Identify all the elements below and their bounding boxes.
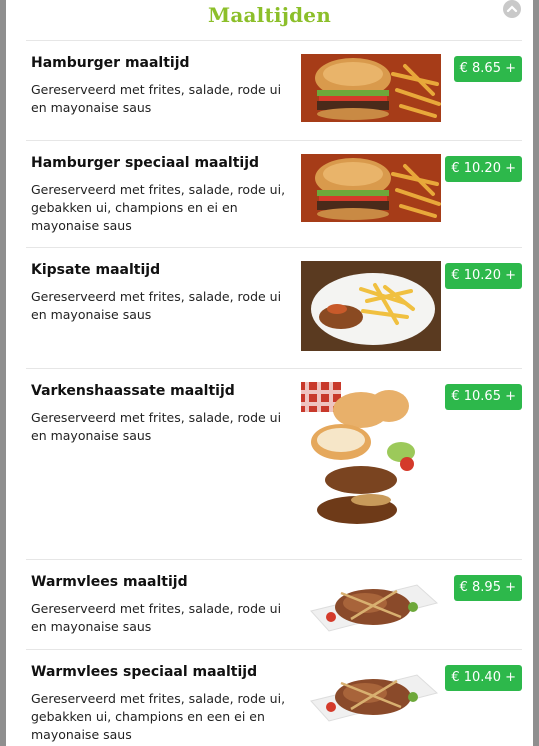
close-icon [506,5,518,13]
price-button[interactable]: € 8.65 + [453,56,522,82]
item-description: Gereserveerd met frites, salade, rode ui… [31,289,282,322]
item-name: Warmvlees speciaal maaltijd [31,664,258,680]
item-name: Kipsate maaltijd [31,262,161,278]
item-description: Gereserveerd met frites, salade, rode ui… [31,410,282,443]
price-button[interactable]: € 10.20 + [445,263,522,289]
item-name: Warmvlees maaltijd [31,574,188,590]
modal-title: Maaltijden [208,3,331,27]
satay-plate-image [301,261,441,351]
close-button[interactable] [503,0,521,18]
price-button[interactable]: € 10.40 + [445,665,522,691]
modal-header: Maaltijden [6,0,533,30]
price-button[interactable]: € 10.20 + [445,156,522,182]
price-button[interactable]: € 10.65 + [445,384,522,410]
item-description: Gereserveerd met frites, salade, rode ui… [31,82,282,115]
item-description: Gereserveerd met frites, salade, rode ui… [31,601,282,634]
item-name: Hamburger maaltijd [31,55,190,71]
meal-list: Hamburger maaltijd Gereserveerd met frit… [26,40,522,746]
pork-satay-image [301,382,421,542]
burger-image [301,154,441,222]
warm-meat-image [301,663,441,725]
warm-meat-image [301,573,441,635]
item-description: Gereserveerd met frites, salade, rode ui… [31,182,286,233]
price-button[interactable]: € 8.95 + [453,575,522,601]
item-name: Varkenshaassate maaltijd [31,383,235,399]
burger-image [301,54,441,122]
item-description: Gereserveerd met frites, salade, rode ui… [31,691,286,742]
list-item: Warmvlees maaltijd Gereserveerd met frit… [26,559,522,649]
list-item: Kipsate maaltijd Gereserveerd met frites… [26,247,522,368]
list-item: Hamburger maaltijd Gereserveerd met frit… [26,40,522,140]
list-item: Hamburger speciaal maaltijd Gereserveerd… [26,140,522,247]
list-item: Warmvlees speciaal maaltijd Gereserveerd… [26,649,522,746]
list-item: Varkenshaassate maaltijd Gereserveerd me… [26,368,522,559]
menu-modal: Maaltijden Hamburger maaltijd Gereservee… [6,0,533,746]
item-name: Hamburger speciaal maaltijd [31,155,260,171]
